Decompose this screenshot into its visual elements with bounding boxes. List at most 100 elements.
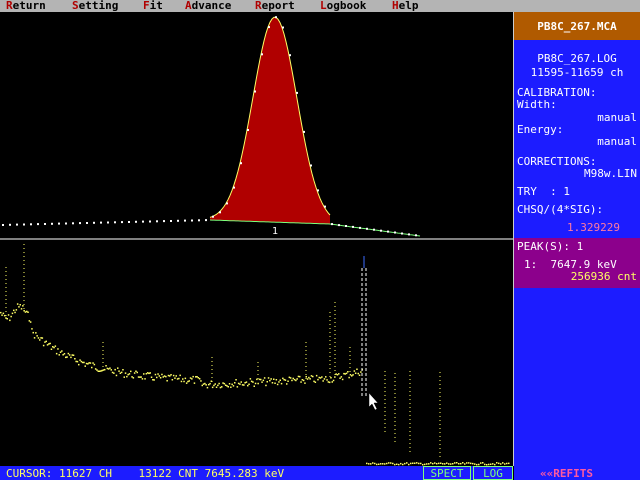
- spectrum-point: [278, 381, 280, 383]
- spectrum-point: [42, 344, 45, 347]
- spectrum-point: [275, 379, 278, 381]
- spectrum-point: [124, 372, 127, 374]
- spectrum-point: [279, 379, 281, 381]
- spectrum-point: [93, 363, 96, 366]
- spectrum-point: [182, 378, 184, 380]
- spectrum-point: [508, 462, 510, 465]
- spect-button[interactable]: SPECT: [423, 466, 471, 480]
- spectrum-point: [15, 309, 18, 311]
- spectrum-point: [131, 376, 133, 378]
- spectrum-plot[interactable]: 1: [0, 12, 513, 466]
- spectrum-point: [159, 377, 162, 379]
- menu-setting[interactable]: Setting: [72, 0, 118, 12]
- spectrum-point: [87, 363, 89, 365]
- spectrum-point: [347, 371, 349, 373]
- file-title: PB8C_267.MCA: [514, 12, 640, 40]
- chsq-value: 1.329229: [567, 221, 620, 234]
- plot-area[interactable]: 1: [0, 12, 514, 466]
- log-button[interactable]: LOG: [473, 466, 513, 480]
- spectrum-point: [128, 373, 131, 375]
- spectrum-point: [458, 462, 460, 465]
- spectrum-point: [94, 368, 97, 370]
- spectrum-point: [13, 309, 15, 312]
- spectrum-point: [223, 382, 226, 385]
- spectrum-point: [31, 328, 33, 330]
- menu-logbook[interactable]: Logbook: [320, 0, 366, 12]
- spectrum-point: [370, 463, 372, 465]
- spectrum-point: [286, 383, 288, 385]
- fit-panel[interactable]: 1: [2, 16, 421, 237]
- spectrum-point: [204, 382, 206, 385]
- spectrum-point: [372, 462, 374, 464]
- spectrum-point: [284, 379, 287, 381]
- spectrum-point: [480, 462, 482, 464]
- fit-data-point: [177, 219, 179, 222]
- menu-report[interactable]: Report: [255, 0, 295, 12]
- spectrum-point: [341, 378, 344, 381]
- spectrum-point: [321, 376, 323, 378]
- menu-help[interactable]: Help: [392, 0, 419, 12]
- spectrum-point: [334, 376, 336, 378]
- spectrum-point: [265, 384, 267, 387]
- spectrum-point: [226, 385, 228, 387]
- spectrum-point: [46, 344, 49, 346]
- spectrum-points: [0, 244, 510, 466]
- spectrum-point: [221, 386, 223, 388]
- chsq-label: CHSQ/(4*SIG):: [517, 203, 604, 216]
- spectrum-point: [0, 311, 2, 314]
- spectrum-point: [217, 384, 219, 387]
- fit-data-point: [191, 219, 193, 222]
- spectrum-point: [63, 353, 66, 355]
- spectrum-point: [209, 382, 211, 385]
- spectrum-point: [310, 375, 313, 377]
- spectrum-point: [412, 462, 414, 464]
- spectrum-point: [270, 378, 272, 380]
- spectrum-point: [110, 369, 112, 371]
- spectrum-point: [360, 371, 362, 373]
- spectrum-point: [446, 462, 448, 464]
- spectrum-point: [161, 373, 163, 376]
- spectrum-point: [180, 380, 183, 383]
- spectrum-point: [358, 374, 361, 376]
- spectrum-point: [206, 386, 209, 389]
- spectrum-point: [390, 462, 392, 464]
- spectrum-point: [169, 375, 171, 377]
- menu-fit[interactable]: Fit: [143, 0, 163, 12]
- spectrum-point: [374, 462, 376, 465]
- spectrum-point: [428, 463, 430, 465]
- menu-return[interactable]: Return: [6, 0, 46, 12]
- spectrum-point: [50, 348, 53, 350]
- refits-button[interactable]: ««REFITS: [514, 466, 640, 480]
- fit-data-point: [121, 221, 123, 224]
- spectrum-point: [287, 380, 289, 382]
- spectrum-point: [55, 352, 58, 355]
- fit-data-point: [387, 230, 389, 233]
- spectrum-point: [351, 375, 353, 377]
- spectrum-point: [269, 379, 271, 382]
- spectrum-point: [157, 373, 159, 375]
- spectrum-point: [301, 379, 304, 381]
- spectrum-point: [462, 462, 464, 464]
- fit-data-point: [86, 222, 88, 224]
- spectrum-point: [312, 375, 314, 378]
- spectrum-panel[interactable]: [0, 244, 510, 466]
- info-panel: PB8C_267.MCA PB8C_267.LOG 11595-11659 ch…: [514, 12, 640, 480]
- spectrum-point: [118, 370, 120, 372]
- spectrum-point: [183, 380, 185, 383]
- spectrum-point: [424, 463, 426, 466]
- spectrum-point: [36, 335, 38, 337]
- spectrum-point: [102, 369, 105, 371]
- menu-advance[interactable]: Advance: [185, 0, 231, 12]
- spectrum-point: [260, 378, 262, 381]
- peak-fill: [210, 17, 330, 224]
- spectrum-point: [9, 319, 11, 322]
- fit-data-point: [366, 227, 368, 230]
- spectrum-point: [472, 462, 474, 465]
- spectrum-point: [239, 383, 241, 385]
- spectrum-point: [97, 370, 99, 372]
- spectrum-point: [74, 358, 76, 360]
- spectrum-point: [302, 379, 305, 382]
- spectrum-point: [430, 462, 432, 464]
- spectrum-point: [11, 312, 14, 315]
- fit-data-point: [226, 202, 228, 205]
